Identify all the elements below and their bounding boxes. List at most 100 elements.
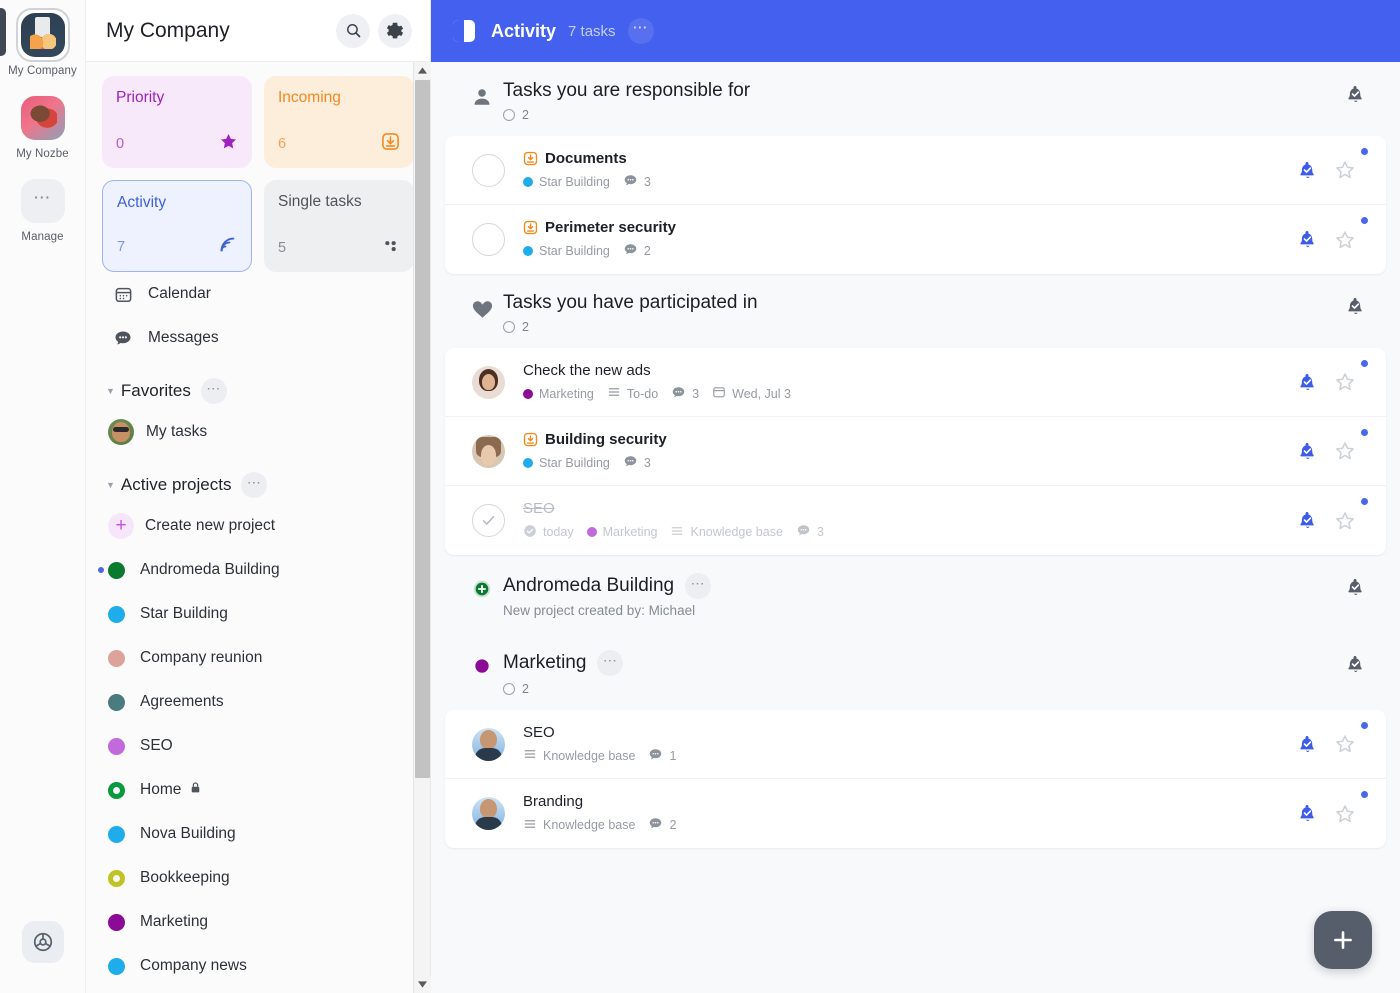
sidebar-project-item[interactable]: Company reunion [102, 636, 414, 680]
star-outline-icon[interactable] [1334, 803, 1356, 825]
sidebar-project-item[interactable]: Bookkeeping [102, 856, 414, 900]
section-bell-check-icon[interactable] [1332, 573, 1378, 598]
task-row[interactable]: SEO today Marketing Knowledge base 3 [445, 486, 1386, 555]
project-color-dot [108, 781, 125, 799]
task-row[interactable]: Building security Star Building 3 [445, 417, 1386, 486]
task-comments: 2 [648, 816, 676, 834]
section-title-row: Andromeda Building ⋯ [503, 573, 1332, 599]
bell-check-icon[interactable] [1297, 229, 1318, 250]
favorites-menu-icon[interactable]: ⋯ [200, 378, 227, 404]
favorites-section-header[interactable]: ▼ Favorites ⋯ [102, 360, 414, 410]
project-color-dot [108, 825, 125, 843]
section-menu-icon[interactable]: ⋯ [597, 650, 624, 676]
tile-activity[interactable]: Activity 7 [102, 180, 252, 272]
activity-section-header: Andromeda Building ⋯ New project created… [431, 555, 1400, 632]
star-outline-icon[interactable] [1334, 733, 1356, 755]
task-meta: Marketing To-do 3 Wed, Jul 3 [523, 385, 1297, 403]
star-outline-icon[interactable] [1334, 159, 1356, 181]
add-task-fab[interactable] [1314, 911, 1372, 969]
bell-check-icon[interactable] [1297, 734, 1318, 755]
nozbe-avatar [20, 96, 65, 140]
sidebar-project-item[interactable]: Marketing [102, 900, 414, 944]
task-row[interactable]: Documents Star Building 3 [445, 136, 1386, 205]
task-checkbox[interactable] [471, 223, 505, 256]
create-new-project-button[interactable]: + Create new project [102, 504, 414, 548]
sidebar-item-my-tasks[interactable]: My tasks [102, 410, 414, 454]
task-meta: Star Building 2 [523, 242, 1297, 260]
rail-item-my-nozbe[interactable]: My Nozbe [16, 91, 70, 160]
active-projects-section-header[interactable]: ▼ Active projects ⋯ [102, 454, 414, 504]
sidebar-scrollbar[interactable] [413, 62, 431, 993]
task-row[interactable]: Check the new ads Marketing To-do 3 Wed,… [445, 348, 1386, 417]
calendar-icon [110, 285, 136, 304]
star-outline-icon[interactable] [1334, 510, 1356, 532]
comments-icon [648, 816, 663, 834]
rail-item-label: My Company [8, 65, 77, 77]
scroll-up-button[interactable] [414, 62, 431, 79]
gear-icon[interactable] [378, 13, 412, 48]
project-color-dot [108, 913, 125, 931]
sidebar-project-label: Bookkeeping [140, 869, 230, 886]
app-root: My Company My Nozbe ⋯ Manage My Company … [0, 0, 1400, 993]
project-color-dot [108, 869, 125, 887]
task-card: SEO Knowledge base 1 Branding Knowledge … [445, 710, 1386, 848]
lock-icon [189, 781, 202, 799]
chevron-down-icon: ▼ [106, 480, 115, 490]
bell-check-icon[interactable] [1297, 372, 1318, 393]
bell-check-icon[interactable] [1297, 510, 1318, 531]
task-actions [1297, 440, 1374, 462]
sidebar-project-item[interactable]: Company news [102, 944, 414, 988]
sidebar-project-item[interactable]: SEO [102, 724, 414, 768]
star-outline-icon[interactable] [1334, 371, 1356, 393]
sidebar-project-label: Andromeda Building [140, 561, 280, 578]
task-checkbox-checked[interactable] [471, 504, 505, 537]
bell-check-icon[interactable] [1297, 160, 1318, 181]
task-row[interactable]: SEO Knowledge base 1 [445, 710, 1386, 779]
sidebar-item-calendar[interactable]: Calendar [102, 272, 414, 316]
task-actions [1297, 371, 1374, 393]
activity-section-header: Marketing ⋯ 2 [431, 632, 1400, 710]
active-projects-menu-icon[interactable]: ⋯ [241, 472, 268, 498]
sidebar-project-item[interactable]: Star Building [102, 592, 414, 636]
scroll-down-button[interactable] [414, 976, 431, 993]
unread-dot [1361, 722, 1368, 729]
heart-icon [461, 292, 503, 321]
messages-icon [110, 328, 136, 348]
bell-check-icon[interactable] [1297, 803, 1318, 824]
star-outline-icon[interactable] [1334, 440, 1356, 462]
task-title: Perimeter security [545, 219, 676, 236]
section-bell-check-icon[interactable] [1332, 292, 1378, 317]
section-bell-check-icon[interactable] [1332, 650, 1378, 675]
search-icon[interactable] [336, 13, 370, 48]
task-checkbox[interactable] [471, 153, 505, 187]
sidebar-project-item[interactable]: Andromeda Building [98, 548, 414, 592]
panel-toggle-icon[interactable] [453, 20, 475, 42]
tile-priority[interactable]: Priority 0 [102, 76, 252, 168]
workspace-rail: My Company My Nozbe ⋯ Manage [0, 0, 86, 993]
task-title-row: Building security [523, 431, 1297, 448]
task-body: SEO Knowledge base 1 [513, 724, 1297, 765]
sidebar-item-messages[interactable]: Messages [102, 316, 414, 360]
tile-count: 5 [278, 240, 287, 256]
sidebar-project-item[interactable]: Home [102, 768, 414, 812]
sidebar-project-item[interactable]: Agreements [102, 680, 414, 724]
task-card: Documents Star Building 3 Perimeter secu… [445, 136, 1386, 274]
scrollbar-thumb[interactable] [415, 80, 430, 778]
star-outline-icon[interactable] [1334, 229, 1356, 251]
main-menu-icon[interactable]: ⋯ [627, 18, 654, 44]
sidebar-scroll-area: Priority 0 Incoming 6 Activity 7 Single … [86, 62, 430, 993]
rail-item-manage[interactable]: ⋯ Manage [16, 174, 70, 243]
bell-check-icon[interactable] [1297, 441, 1318, 462]
section-bell-check-icon[interactable] [1332, 80, 1378, 105]
task-row[interactable]: Perimeter security Star Building 2 [445, 205, 1386, 274]
task-title: Documents [545, 149, 627, 167]
task-row[interactable]: Branding Knowledge base 2 [445, 779, 1386, 848]
task-comment-count: 1 [669, 748, 677, 763]
rail-item-my-company[interactable]: My Company [8, 8, 77, 77]
tile-incoming[interactable]: Incoming 6 [264, 76, 414, 168]
sidebar-project-item[interactable]: Nova Building [102, 812, 414, 856]
tile-single-tasks[interactable]: Single tasks 5 [264, 180, 414, 272]
tile-bottom: 0 [116, 132, 238, 156]
accessibility-icon[interactable] [21, 921, 64, 963]
section-menu-icon[interactable]: ⋯ [685, 573, 712, 599]
